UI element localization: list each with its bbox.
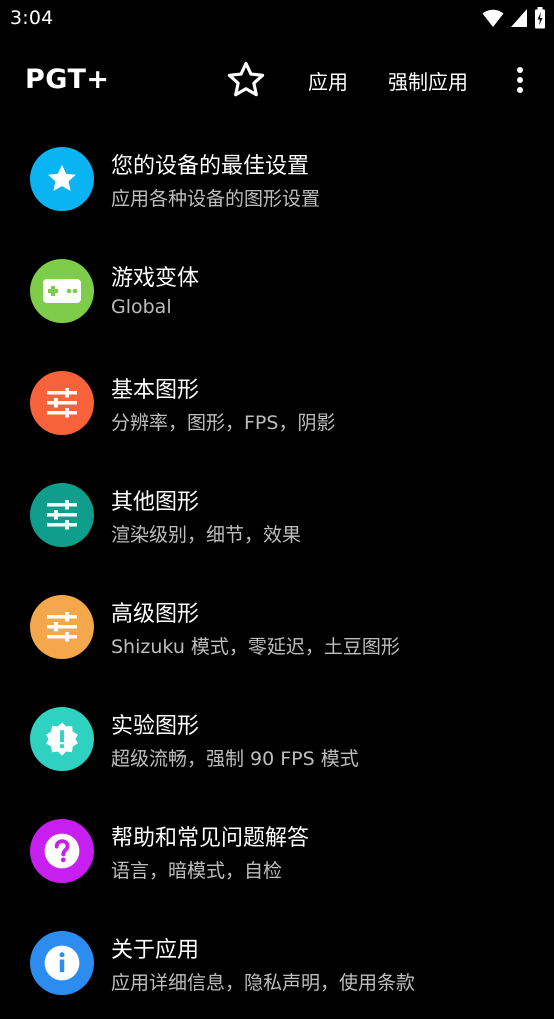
- menu-item-game-variant[interactable]: 游戏变体 Global: [0, 235, 554, 347]
- app-bar: PGT+ 应用 强制应用: [0, 40, 554, 122]
- menu-item-icon-container: [30, 483, 94, 547]
- menu-item-title: 其他图形: [111, 490, 200, 515]
- more-options-button[interactable]: [505, 60, 535, 100]
- menu-item-subtitle: 应用各种设备的图形设置: [111, 188, 321, 210]
- signal-icon: [511, 9, 527, 27]
- apply-button[interactable]: 应用: [308, 66, 348, 95]
- menu-item-subtitle: 超级流畅，强制 90 FPS 模式: [111, 748, 359, 770]
- menu-item-subtitle: 应用详细信息，隐私声明，使用条款: [111, 972, 416, 994]
- menu-item-title: 您的设备的最佳设置: [111, 154, 310, 179]
- menu-item-title: 实验图形: [111, 714, 200, 739]
- menu-item-subtitle: 分辨率，图形，FPS，阴影: [111, 412, 336, 434]
- app-title: PGT+: [25, 64, 110, 95]
- menu-item-other-graphics[interactable]: 其他图形 渲染级别，细节，效果: [0, 459, 554, 571]
- menu-item-title: 高级图形: [111, 602, 200, 627]
- gamepad-icon: [43, 279, 81, 303]
- sliders-icon: [47, 612, 77, 642]
- more-vert-icon: [517, 67, 523, 93]
- favorite-button[interactable]: [224, 58, 268, 102]
- menu-item-subtitle: 渲染级别，细节，效果: [111, 524, 302, 546]
- menu-item-icon-container: [30, 259, 94, 323]
- menu-item-experimental-graphics[interactable]: 实验图形 超级流畅，强制 90 FPS 模式: [0, 683, 554, 795]
- menu-item-icon-container: [30, 707, 94, 771]
- menu-item-icon-container: [30, 819, 94, 883]
- menu-item-icon-container: [30, 147, 94, 211]
- alert-badge-icon: [46, 722, 78, 756]
- menu-item-best-settings[interactable]: 您的设备的最佳设置 应用各种设备的图形设置: [0, 123, 554, 235]
- menu-item-subtitle: Global: [111, 296, 172, 318]
- battery-icon: [535, 7, 545, 29]
- info-icon: [44, 945, 80, 981]
- menu-item-basic-graphics[interactable]: 基本图形 分辨率，图形，FPS，阴影: [0, 347, 554, 459]
- menu-item-title: 游戏变体: [111, 266, 200, 291]
- status-time: 3:04: [10, 7, 54, 29]
- menu-item-title: 帮助和常见问题解答: [111, 826, 310, 851]
- status-bar: 3:04: [0, 0, 554, 40]
- menu-item-title: 基本图形: [111, 378, 200, 403]
- status-icons: [482, 7, 546, 29]
- star-icon: [48, 164, 76, 192]
- wifi-icon: [482, 9, 504, 27]
- menu-item-title: 关于应用: [111, 938, 200, 963]
- menu-item-icon-container: [30, 595, 94, 659]
- menu-item-icon-container: [30, 931, 94, 995]
- help-icon: [44, 833, 80, 869]
- menu-item-subtitle: Shizuku 模式，零延迟，土豆图形: [111, 636, 400, 658]
- menu-list: 您的设备的最佳设置 应用各种设备的图形设置 游戏变体 Global 基本图形 分…: [0, 123, 554, 1019]
- menu-item-about-app[interactable]: 关于应用 应用详细信息，隐私声明，使用条款: [0, 907, 554, 1019]
- menu-item-icon-container: [30, 371, 94, 435]
- menu-item-advanced-graphics[interactable]: 高级图形 Shizuku 模式，零延迟，土豆图形: [0, 571, 554, 683]
- menu-item-subtitle: 语言，暗模式，自检: [111, 860, 283, 882]
- star-outline-icon: [227, 61, 265, 97]
- force-apply-button[interactable]: 强制应用: [388, 66, 468, 95]
- menu-item-help-faq[interactable]: 帮助和常见问题解答 语言，暗模式，自检: [0, 795, 554, 907]
- sliders-icon: [47, 388, 77, 418]
- sliders-icon: [47, 500, 77, 530]
